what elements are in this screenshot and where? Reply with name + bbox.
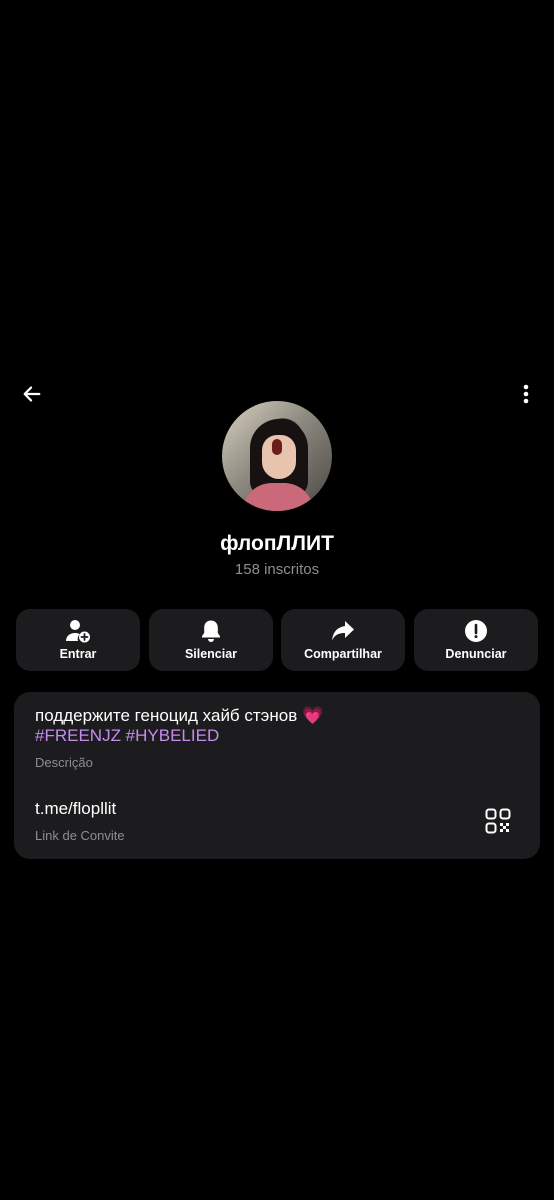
- join-label: Entrar: [59, 647, 97, 661]
- description-hashtags[interactable]: #FREENJZ #HYBELIED: [35, 726, 219, 746]
- add-user-icon: [66, 620, 90, 643]
- report-label: Denunciar: [445, 647, 507, 661]
- mute-button[interactable]: Silenciar: [149, 609, 273, 671]
- channel-avatar[interactable]: [222, 401, 332, 511]
- arrow-left-icon: [23, 386, 41, 402]
- description-label: Descrição: [35, 755, 93, 770]
- more-options-button[interactable]: [506, 374, 546, 414]
- channel-title: флопЛЛИТ: [220, 532, 334, 555]
- mute-label: Silenciar: [184, 647, 238, 661]
- report-icon: [465, 620, 487, 642]
- back-button[interactable]: [12, 374, 52, 414]
- description-text: поддержите геноцид хайб стэнов 💗: [35, 706, 324, 725]
- more-vertical-icon: [523, 384, 529, 404]
- share-button[interactable]: Compartilhar: [281, 609, 405, 671]
- share-icon: [332, 621, 354, 641]
- channel-info-card: поддержите геноцид хайб стэнов 💗 #FREENJ…: [14, 692, 540, 859]
- subscriber-count: 158 inscritos: [234, 561, 320, 578]
- qr-code-icon: [485, 808, 511, 834]
- bell-icon: [202, 620, 220, 642]
- share-label: Compartilhar: [304, 647, 382, 661]
- invite-link-label: Link de Convite: [35, 828, 125, 843]
- qr-code-button[interactable]: [483, 806, 513, 836]
- invite-link[interactable]: t.me/flopllit: [35, 799, 116, 819]
- report-button[interactable]: Denunciar: [414, 609, 538, 671]
- join-button[interactable]: Entrar: [16, 609, 140, 671]
